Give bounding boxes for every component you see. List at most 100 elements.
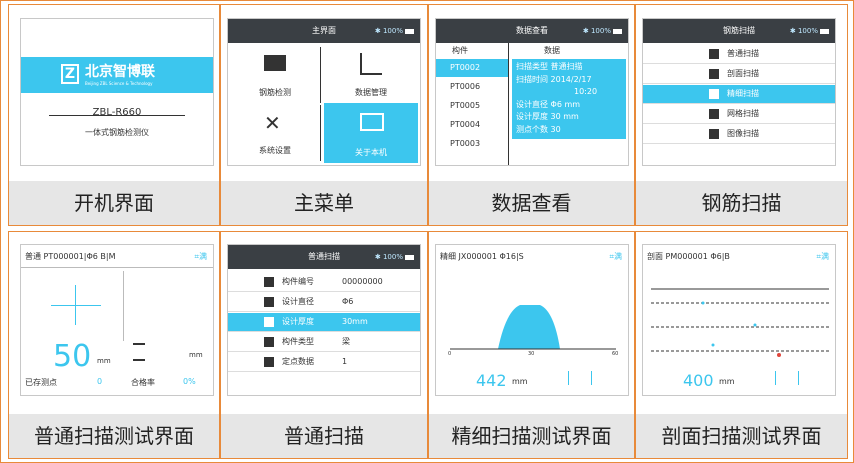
caption-fine-test: 精细扫描测试界面 — [429, 414, 634, 458]
menu-item-about[interactable]: 关于本机 — [324, 103, 418, 163]
dataview-id-4[interactable]: PT0003 — [436, 134, 508, 153]
battery-icon: ✱ 100% — [375, 19, 414, 43]
detail-line: 扫描类型 普通扫描 — [516, 62, 583, 71]
boot-banner: Z 北京智博联 Beijing ZBL Science & Technology — [21, 57, 213, 93]
rebar-option[interactable]: 剖面扫描 — [643, 65, 835, 84]
rebar-option[interactable]: 图像扫描 — [643, 125, 835, 144]
caption-normal: 普通扫描 — [221, 414, 427, 458]
dataview-list: PT0002 PT0006 PT0005 PT0004 PT0003 — [436, 59, 508, 153]
count-label: 已存测点 — [25, 378, 57, 387]
boot-brand-sub: Beijing ZBL Science & Technology — [85, 81, 153, 86]
checkbox-icon — [264, 356, 274, 367]
normal-test-unit: mm — [97, 357, 111, 365]
dataview-col1: 构件 — [452, 46, 468, 55]
checkbox-icon — [264, 316, 274, 327]
boot-model: ZBL-R660 — [92, 107, 142, 118]
rebar-point — [701, 301, 705, 305]
normal-test-screen: 普通 PT000001|Φ6 B|M ⌗满 50 mm mm 已存测点 0 合格… — [20, 244, 214, 396]
menu-item-settings[interactable]: ✕ 系统设置 — [230, 105, 321, 161]
fine-test-screen: 精细 JX000001 Φ16|S ⌗满 0 30 60 442 mm — [435, 244, 629, 396]
signal-icon: ⌗满 — [609, 252, 622, 261]
tools-icon: ✕ — [264, 111, 281, 135]
axis-tick-0: 0 — [448, 351, 452, 357]
pass-value: 0% — [183, 377, 196, 386]
rebar-screen: 钢筋扫描 ✱ 100% 普通扫描 剖面扫描 精细扫描 网格扫描 图像扫描 — [642, 18, 836, 166]
rebar-option-selected[interactable]: 精细扫描 — [643, 85, 835, 104]
fine-scan-plot — [450, 305, 616, 350]
checkbox-icon — [709, 108, 719, 119]
checkbox-icon — [264, 276, 274, 287]
count-value: 0 — [97, 377, 103, 386]
caption-boot: 开机界面 — [9, 181, 219, 225]
normal-field[interactable]: 构件编号 00000000 — [228, 273, 420, 292]
cell-normal: 普通扫描 ✱ 100% 构件编号 00000000 设计直径 Φ6 设计厚度 30mm … — [220, 231, 428, 459]
rebar-point-alert — [777, 353, 781, 357]
fine-scan-peak — [498, 305, 560, 349]
depth-icon — [133, 343, 145, 361]
rebar-option[interactable]: 网格扫描 — [643, 105, 835, 124]
cell-normal-test: 普通 PT000001|Φ6 B|M ⌗满 50 mm mm 已存测点 0 合格… — [8, 231, 220, 459]
battery-icon: ✱ 100% — [583, 19, 622, 43]
signal-icon: ⌗满 — [194, 252, 207, 261]
cell-boot: Z 北京智博联 Beijing ZBL Science & Technology… — [8, 4, 220, 226]
battery-icon: ✱ 100% — [790, 19, 829, 43]
normal-field[interactable]: 构件类型梁 — [228, 333, 420, 352]
rebar-indicator-icon — [775, 371, 799, 385]
profile-plot — [651, 288, 829, 357]
pass-label: 合格率 — [131, 378, 155, 387]
header-divider — [21, 267, 213, 268]
normal-screen: 普通扫描 ✱ 100% 构件编号 00000000 设计直径 Φ6 设计厚度 30mm … — [227, 244, 421, 396]
normal-test-unit-right: mm — [189, 351, 203, 359]
detail-line: 10:20 — [574, 87, 598, 96]
normal-field-selected[interactable]: 设计厚度 30mm — [228, 313, 420, 332]
cell-fine-test: 精细 JX000001 Φ16|S ⌗满 0 30 60 442 mm 精细扫描… — [428, 231, 635, 459]
dataview-divider — [508, 43, 509, 165]
menu-item-data[interactable]: 数据管理 — [324, 47, 418, 103]
detail-line: 测点个数 30 — [516, 124, 561, 134]
caption-menu: 主菜单 — [221, 181, 427, 225]
profile-test-value: 400 — [683, 371, 714, 390]
cell-dataview: 数据查看 ✱ 100% 构件 数据 PT0002 PT0006 PT0005 PT… — [428, 4, 635, 226]
profile-test-unit: mm — [719, 377, 735, 386]
rebar-point — [753, 323, 757, 327]
dataview-id-3[interactable]: PT0004 — [436, 115, 508, 134]
dataview-screen: 数据查看 ✱ 100% 构件 数据 PT0002 PT0006 PT0005 PT… — [435, 18, 629, 166]
profile-test-header: 剖面 PM000001 Φ6|B — [647, 252, 730, 261]
caption-profile-test: 剖面扫描测试界面 — [636, 414, 847, 458]
menu-item-rebar[interactable]: 钢筋检测 — [230, 47, 321, 103]
normal-field[interactable]: 定点数据 1 — [228, 353, 420, 372]
detail-line: 设计厚度 30 mm — [516, 112, 579, 121]
menu-screen: 主界面 ✱ 100% 钢筋检测 数据管理 ✕ 系统设置 关于本机 — [227, 18, 421, 166]
fine-test-unit: mm — [512, 377, 528, 386]
rebar-option[interactable]: 普通扫描 — [643, 45, 835, 64]
rebar-status-bar: 钢筋扫描 ✱ 100% — [643, 19, 835, 43]
dataview-col2: 数据 — [544, 46, 560, 55]
zbl-logo-icon: Z — [61, 64, 79, 84]
axis-tick-2: 60 — [612, 351, 619, 357]
fine-test-value: 442 — [476, 371, 507, 390]
rebar-point — [711, 343, 715, 347]
checkbox-icon — [709, 48, 719, 59]
chart-icon — [360, 53, 382, 75]
checkbox-icon — [709, 68, 719, 79]
rebar-detect-icon — [264, 55, 286, 71]
dataview-status-bar: 数据查看 ✱ 100% — [436, 19, 628, 43]
crosshair-icon — [51, 285, 101, 325]
dataview-id-2[interactable]: PT0005 — [436, 96, 508, 115]
checkbox-icon — [264, 296, 274, 307]
boot-brand: 北京智博联 — [85, 64, 155, 80]
fine-test-header: 精细 JX000001 Φ16|S — [440, 252, 524, 261]
normal-field[interactable]: 设计直径 Φ6 — [228, 293, 420, 312]
rebar-indicator-icon — [568, 371, 592, 385]
detail-line: 设计直径 Φ6 mm — [516, 99, 581, 109]
menu-item-label-0: 钢筋检测 — [259, 88, 291, 97]
menu-item-label-2: 系统设置 — [259, 146, 291, 155]
detail-line: 扫描时间 2014/2/17 — [516, 74, 592, 84]
menu-status-bar: 主界面 ✱ 100% — [228, 19, 420, 43]
cell-profile-test: 剖面 PM000001 Φ6|B ⌗满 400 mm 剖面扫描测试界面 — [635, 231, 848, 459]
dataview-id-0[interactable]: PT0002 — [436, 59, 508, 77]
caption-dataview: 数据查看 — [429, 181, 634, 225]
normal-test-header: 普通 PT000001|Φ6 B|M — [25, 252, 116, 261]
dataview-id-1[interactable]: PT0006 — [436, 77, 508, 96]
checkbox-icon — [709, 88, 719, 99]
